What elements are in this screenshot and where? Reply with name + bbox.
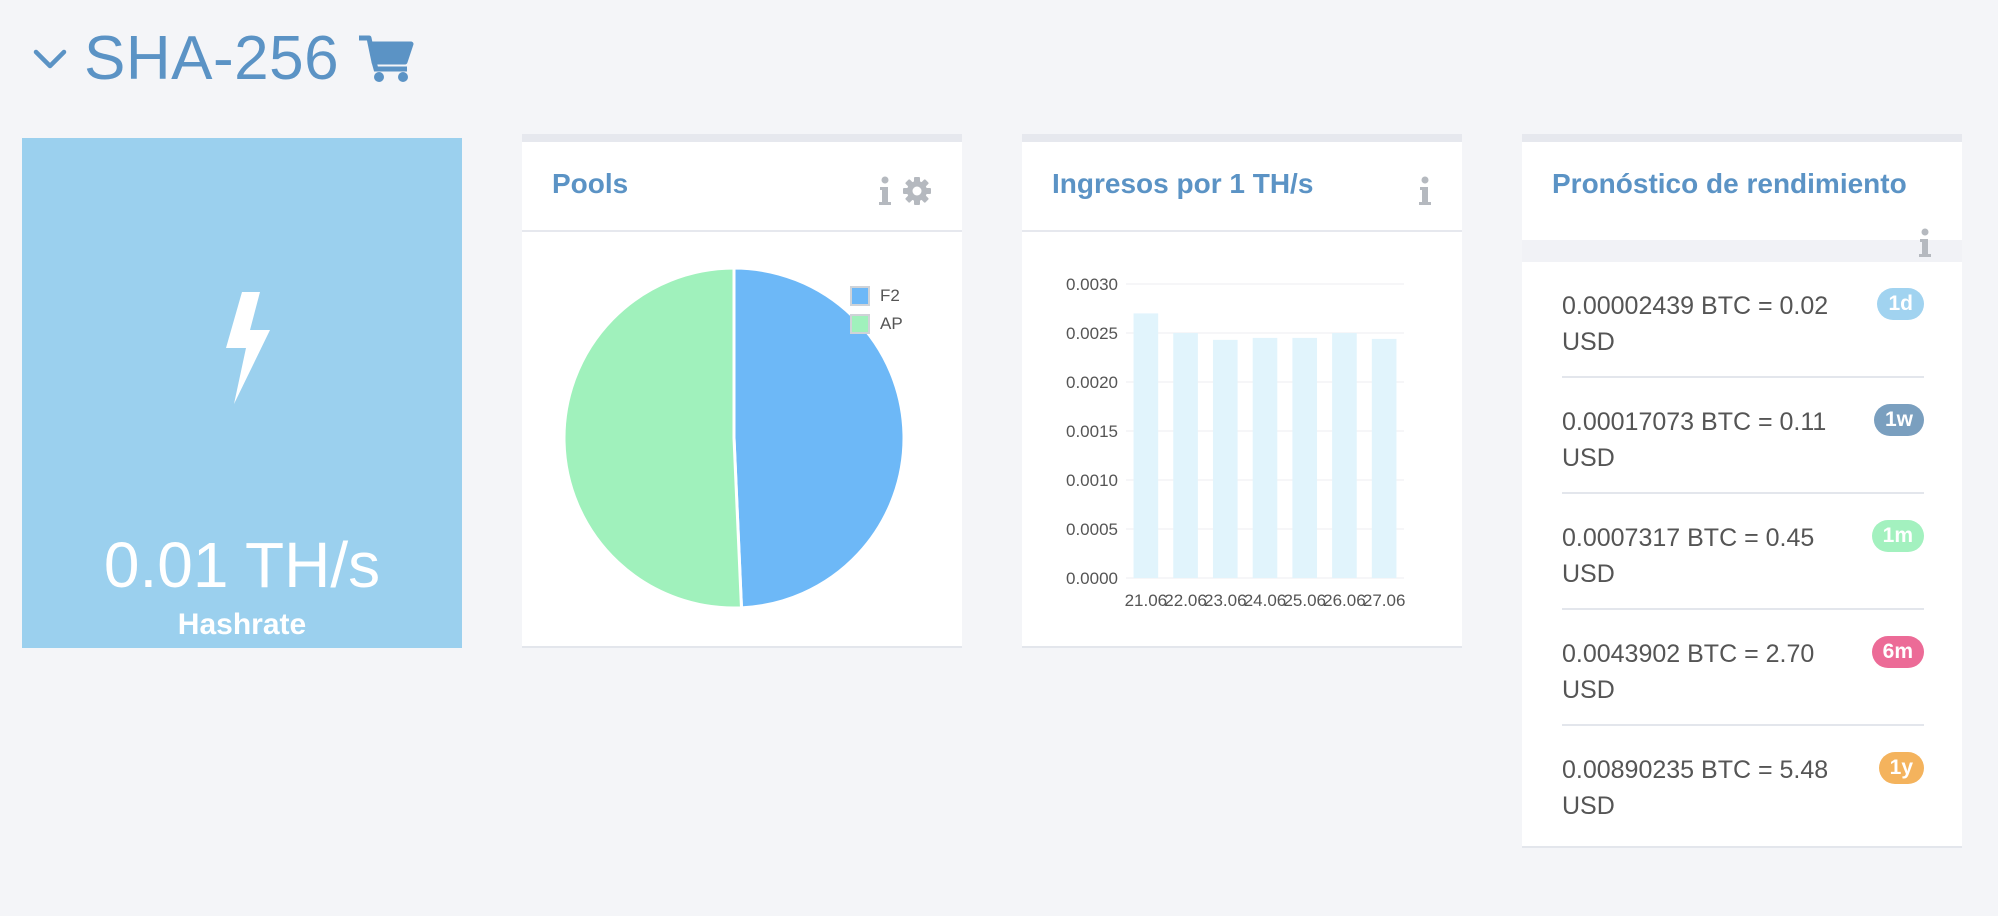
hashrate-card: 0.01 TH/s Hashrate xyxy=(22,138,462,648)
bar xyxy=(1212,339,1238,578)
info-icon[interactable] xyxy=(1918,228,1932,258)
forecast-row: 0.0007317 BTC = 0.45 USD 1m xyxy=(1562,494,1924,610)
forecast-title: Pronóstico de rendimiento xyxy=(1552,168,1907,199)
bar xyxy=(1173,333,1198,578)
pools-header: Pools xyxy=(522,142,962,232)
chevron-down-icon[interactable] xyxy=(32,39,70,77)
y-tick-label: 0.0025 xyxy=(1066,324,1118,343)
legend-item-ap: AP xyxy=(850,310,903,338)
y-tick-label: 0.0020 xyxy=(1066,373,1118,392)
algorithm-title: SHA-256 xyxy=(84,23,340,93)
pools-legend: F2 AP xyxy=(850,282,903,338)
x-tick-label: 27.06 xyxy=(1363,591,1406,610)
x-tick-label: 22.06 xyxy=(1164,591,1207,610)
pools-title: Pools xyxy=(552,168,629,199)
hashrate-value: 0.01 TH/s xyxy=(103,529,381,601)
period-badge: 1w xyxy=(1873,404,1924,436)
period-badge: 1d xyxy=(1877,288,1924,320)
hashrate-label: Hashrate xyxy=(177,608,307,641)
y-tick-label: 0.0000 xyxy=(1066,569,1118,588)
forecast-value: 0.00017073 BTC = 0.11 USD xyxy=(1562,408,1827,472)
forecast-row: 0.00890235 BTC = 5.48 USD 1y xyxy=(1562,726,1924,840)
forecast-header: Pronóstico de rendimiento xyxy=(1522,142,1962,238)
period-badge: 6m xyxy=(1871,636,1924,668)
x-tick-label: 21.06 xyxy=(1125,591,1168,610)
period-badge: 1m xyxy=(1871,520,1924,552)
y-tick-label: 0.0030 xyxy=(1066,275,1118,294)
forecast-panel: Pronóstico de rendimiento 0.00002439 BTC… xyxy=(1522,134,1962,848)
legend-swatch xyxy=(850,314,870,334)
y-tick-label: 0.0010 xyxy=(1066,471,1118,490)
section-header: SHA-256 xyxy=(32,18,415,98)
forecast-list: 0.00002439 BTC = 0.02 USD 1d 0.00017073 … xyxy=(1562,262,1924,840)
forecast-value: 0.0007317 BTC = 0.45 USD xyxy=(1562,524,1815,588)
forecast-row: 0.0043902 BTC = 2.70 USD 6m xyxy=(1562,610,1924,726)
forecast-value: 0.00002439 BTC = 0.02 USD xyxy=(1562,292,1829,356)
cart-icon[interactable] xyxy=(357,32,415,84)
income-title: Ingresos por 1 TH/s xyxy=(1052,168,1314,199)
pools-panel: Pools F2 AP xyxy=(522,134,962,648)
period-badge: 1y xyxy=(1878,752,1924,784)
x-tick-label: 26.06 xyxy=(1323,591,1366,610)
x-tick-label: 24.06 xyxy=(1244,591,1287,610)
income-header: Ingresos por 1 TH/s xyxy=(1022,142,1462,232)
legend-label: AP xyxy=(880,314,903,333)
bar xyxy=(1292,337,1318,578)
income-bar-chart: 0.0000 0.0005 0.0010 0.0015 0.0020 0.0025 0.00… xyxy=(1066,275,1406,610)
forecast-value: 0.0043902 BTC = 2.70 USD xyxy=(1562,640,1815,704)
legend-label: F2 xyxy=(880,286,900,305)
bar xyxy=(1133,313,1159,578)
y-tick-label: 0.0015 xyxy=(1066,422,1118,441)
forecast-divider xyxy=(1522,240,1962,262)
x-tick-label: 25.06 xyxy=(1283,591,1326,610)
lightning-icon xyxy=(212,288,292,408)
info-icon[interactable] xyxy=(878,176,892,206)
bar xyxy=(1332,333,1357,578)
forecast-value: 0.00890235 BTC = 5.48 USD xyxy=(1562,756,1829,820)
income-panel: Ingresos por 1 TH/s 0.0000 0.0005 0.0010 0.… xyxy=(1022,134,1462,648)
gear-icon[interactable] xyxy=(902,176,932,206)
forecast-row: 0.00017073 BTC = 0.11 USD 1w xyxy=(1562,378,1924,494)
legend-item-f2: F2 xyxy=(850,282,903,310)
bar xyxy=(1371,338,1397,578)
forecast-row: 0.00002439 BTC = 0.02 USD 1d xyxy=(1562,262,1924,378)
x-tick-label: 23.06 xyxy=(1204,591,1247,610)
bar xyxy=(1252,337,1278,578)
legend-swatch xyxy=(850,286,870,306)
info-icon[interactable] xyxy=(1418,176,1432,206)
pie-slice-ap xyxy=(562,266,744,610)
y-tick-label: 0.0005 xyxy=(1066,520,1118,539)
